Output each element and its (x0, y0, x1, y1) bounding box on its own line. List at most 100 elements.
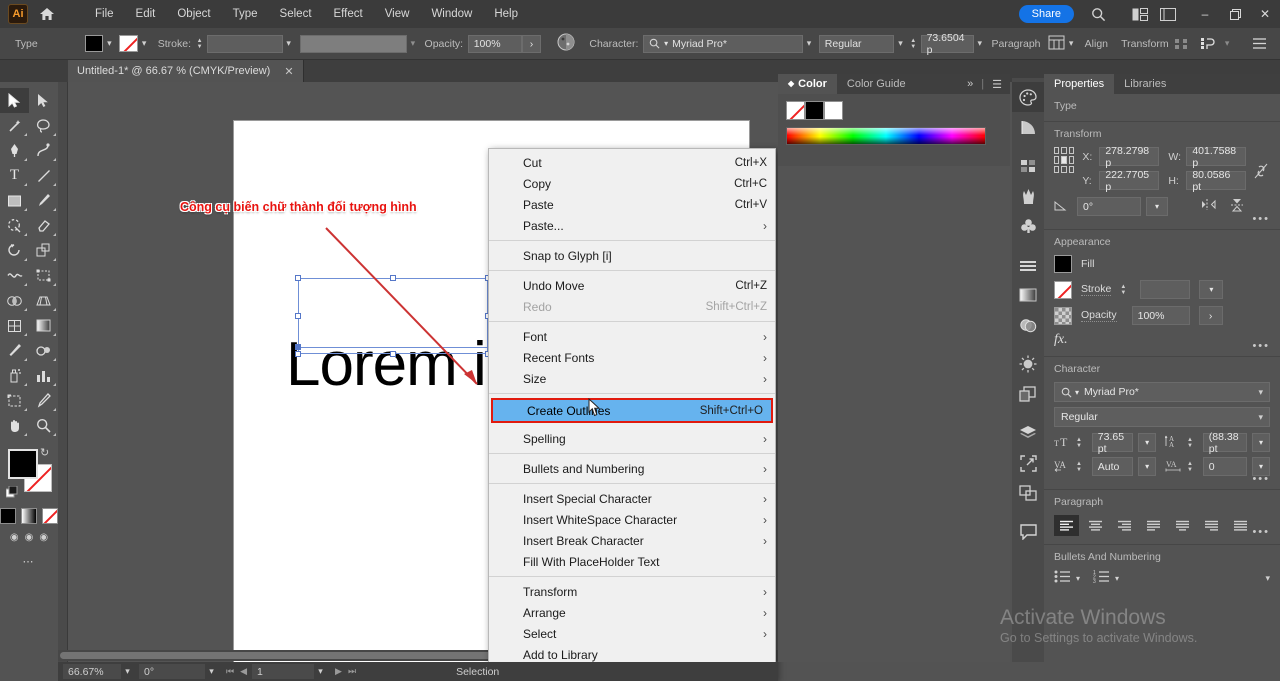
fill-swatch[interactable] (1054, 255, 1072, 273)
stroke-weight-field[interactable] (207, 35, 283, 53)
width-tool[interactable] (0, 263, 29, 288)
menu-item-spelling[interactable]: Spelling› (489, 428, 775, 449)
panel-menu-icon[interactable]: ☰ (992, 78, 1002, 91)
justify-last-right-button[interactable] (1199, 515, 1224, 536)
maximize-button[interactable] (1220, 0, 1250, 28)
stroke-weight-field[interactable] (1140, 280, 1190, 299)
kerning-field[interactable]: Auto (1092, 457, 1133, 476)
leading-field[interactable]: (88.38 pt (1203, 433, 1247, 452)
color-mode-icon[interactable] (0, 508, 16, 524)
gradient-panel-icon[interactable] (1012, 280, 1044, 310)
menu-object[interactable]: Object (166, 0, 221, 28)
menu-view[interactable]: View (374, 0, 421, 28)
status-tool-name[interactable]: Selection (456, 666, 499, 678)
arrange-documents-icon[interactable] (1126, 0, 1154, 28)
unordered-list-dropdown-icon[interactable]: ▾ (1076, 574, 1080, 583)
selection-handle-tc[interactable] (390, 275, 396, 281)
stroke-profile-field[interactable] (300, 35, 406, 53)
comments-panel-icon[interactable] (1012, 517, 1044, 547)
menu-item-select[interactable]: Select› (489, 623, 775, 644)
gradient-tool[interactable] (29, 313, 58, 338)
mesh-tool[interactable] (0, 313, 29, 338)
fx-button[interactable]: fx. (1054, 332, 1270, 348)
scale-tool[interactable] (29, 238, 58, 263)
align-right-button[interactable] (1112, 515, 1137, 536)
selection-handle-ml[interactable] (295, 313, 301, 319)
shaper-tool[interactable] (0, 213, 29, 238)
tab-properties[interactable]: Properties (1044, 74, 1114, 94)
first-artboard-button[interactable]: ⏮ (226, 666, 234, 677)
menu-effect[interactable]: Effect (323, 0, 374, 28)
slice-tool[interactable] (29, 388, 58, 413)
tracking-stepper[interactable]: ▲▼ (1187, 461, 1198, 473)
edit-toolbar-icon[interactable]: ⋯ (0, 555, 58, 568)
paragraph-more-options[interactable]: ••• (1252, 526, 1270, 538)
hand-tool[interactable] (0, 413, 29, 438)
flip-vertical-icon[interactable] (1229, 198, 1245, 215)
lasso-tool[interactable] (29, 113, 58, 138)
opacity-field[interactable]: 100% (468, 35, 522, 53)
font-size-dropdown-icon[interactable]: ▾ (1138, 433, 1156, 452)
appearance-panel-icon[interactable] (1012, 349, 1044, 379)
menu-edit[interactable]: Edit (125, 0, 167, 28)
menu-item-fill-with-placeholder-text[interactable]: Fill With PlaceHolder Text (489, 551, 775, 572)
full-screen-menu-icon[interactable]: ◉ (25, 532, 34, 543)
ordered-list-icon[interactable]: 123 (1093, 570, 1110, 586)
eyedropper-tool[interactable] (0, 338, 29, 363)
share-button[interactable]: Share (1019, 5, 1074, 23)
last-artboard-button[interactable]: ⏭ (348, 666, 356, 677)
context-menu[interactable]: CutCtrl+X CopyCtrl+C PasteCtrl+V Paste..… (488, 148, 776, 681)
symbol-sprayer-tool[interactable] (0, 363, 29, 388)
paragraph-dropdown-icon[interactable]: ▾ (1065, 38, 1077, 49)
menu-item-arrange[interactable]: Arrange› (489, 602, 775, 623)
stroke-dropdown-icon[interactable]: ▾ (138, 38, 150, 49)
swatches-panel-icon[interactable] (1012, 151, 1044, 181)
close-icon[interactable]: ✕ (284, 65, 293, 78)
line-segment-tool[interactable] (29, 163, 58, 188)
justify-last-left-button[interactable] (1141, 515, 1166, 536)
align-label[interactable]: Align (1085, 38, 1108, 50)
fill-color-swatch[interactable] (85, 35, 104, 52)
fill-swatch-large[interactable] (8, 449, 38, 479)
opacity-options-button[interactable]: › (522, 35, 541, 53)
bullets-expand-icon[interactable]: ▾ (1265, 573, 1270, 584)
selection-handle-bc[interactable] (390, 351, 396, 357)
ordered-list-dropdown-icon[interactable]: ▾ (1115, 574, 1119, 583)
artboards-panel-icon[interactable] (1012, 478, 1044, 508)
menu-select[interactable]: Select (269, 0, 323, 28)
black-swatch[interactable] (805, 101, 824, 120)
layers-panel-icon[interactable] (1012, 418, 1044, 448)
menu-item-copy[interactable]: CopyCtrl+C (489, 173, 775, 194)
font-size-field[interactable]: 73.65 pt (1092, 433, 1133, 452)
free-transform-tool[interactable] (29, 263, 58, 288)
brushes-panel-icon[interactable] (1012, 181, 1044, 211)
search-icon[interactable] (1084, 0, 1112, 28)
curvature-tool[interactable] (29, 138, 58, 163)
transform-label[interactable]: Transform (1121, 38, 1168, 50)
menu-item-size[interactable]: Size› (489, 368, 775, 389)
document-tab[interactable]: Untitled-1* @ 66.67 % (CMYK/Preview) ✕ (68, 60, 304, 82)
rectangle-tool[interactable] (0, 188, 29, 213)
direct-selection-tool[interactable] (29, 88, 58, 113)
font-family-field[interactable]: ▾ Myriad Pro* (643, 35, 803, 53)
stroke-weight-dropdown-icon[interactable]: ▾ (1199, 280, 1223, 299)
expand-panel-icon[interactable]: » (967, 78, 973, 90)
transform-more-options[interactable]: ••• (1252, 213, 1270, 225)
tracking-field[interactable]: 0 (1203, 457, 1247, 476)
align-center-button[interactable] (1083, 515, 1108, 536)
reference-point-selector[interactable] (1054, 147, 1074, 173)
artboard-dropdown-icon[interactable]: ▾ (314, 666, 327, 677)
flip-horizontal-icon[interactable] (1201, 198, 1217, 215)
kerning-stepper[interactable]: ▲▼ (1076, 461, 1087, 473)
tab-color[interactable]: ◆ Color (778, 74, 837, 94)
stroke-swatch[interactable] (1054, 281, 1072, 299)
anchor-point-icon[interactable] (1195, 30, 1221, 58)
tab-libraries[interactable]: Libraries (1114, 74, 1176, 94)
leading-dropdown-icon[interactable]: ▾ (1252, 433, 1270, 452)
font-style-select[interactable]: Regular ▾ (1054, 407, 1270, 427)
transparency-panel-icon[interactable] (1012, 310, 1044, 340)
workspace-switcher-icon[interactable] (1154, 0, 1182, 28)
justify-last-center-button[interactable] (1170, 515, 1195, 536)
selection-handle-bl[interactable] (295, 351, 301, 357)
menu-item-undo-move[interactable]: Undo MoveCtrl+Z (489, 275, 775, 296)
